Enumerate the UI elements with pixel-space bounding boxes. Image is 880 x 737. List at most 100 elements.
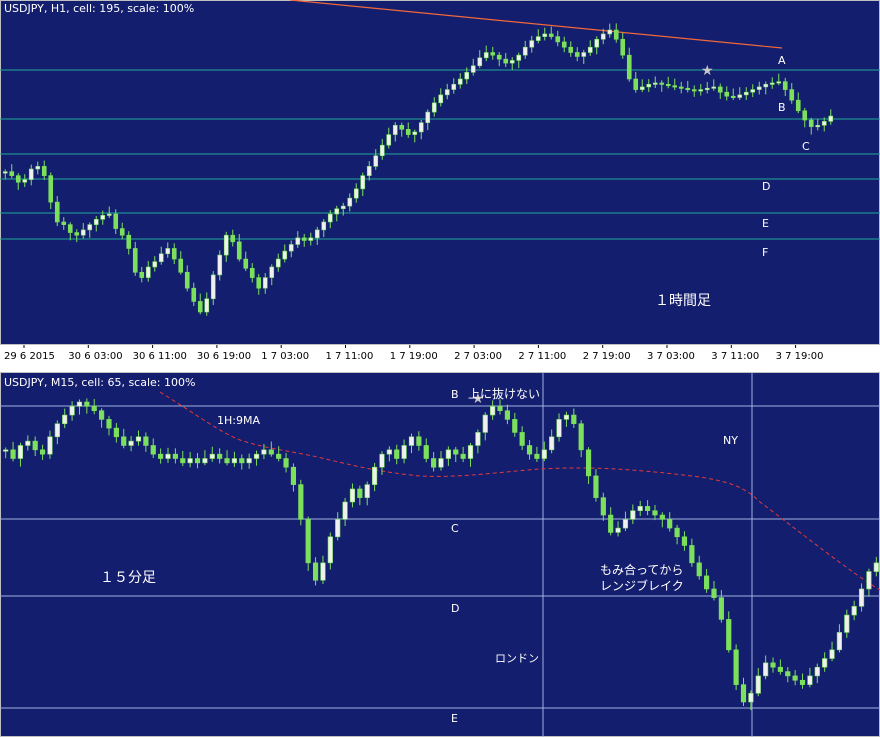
m15-candle bbox=[563, 414, 570, 420]
m15-candle bbox=[866, 571, 872, 590]
m15-candle bbox=[792, 675, 798, 681]
h1-candle bbox=[145, 266, 151, 278]
h1-candle bbox=[444, 89, 450, 96]
m15-candle bbox=[135, 436, 142, 442]
h1-candle bbox=[80, 229, 86, 236]
m15-candle bbox=[121, 436, 127, 446]
m15-candle bbox=[76, 401, 83, 407]
h1-candle bbox=[782, 81, 788, 90]
m15-candle bbox=[217, 453, 223, 459]
h1-candle bbox=[249, 268, 255, 278]
h1-candle bbox=[67, 224, 73, 233]
h1-candle bbox=[269, 266, 275, 278]
m15-chart-background bbox=[0, 372, 880, 737]
m15-candle bbox=[526, 445, 533, 455]
m15-candle bbox=[106, 419, 112, 429]
m15-candle bbox=[408, 436, 415, 446]
h1-candle bbox=[379, 144, 385, 157]
h1-candle bbox=[327, 213, 333, 223]
m15-candle bbox=[785, 671, 791, 677]
h1-candle bbox=[652, 82, 658, 85]
h1-chart-background bbox=[0, 0, 880, 345]
h1-timeframe-annotation: １時間足 bbox=[655, 293, 711, 309]
h1-candle bbox=[691, 89, 697, 92]
level-label-e: E bbox=[762, 217, 769, 230]
annotation-no-break-above: 上に抜けない bbox=[468, 387, 540, 401]
h1-candle bbox=[529, 40, 535, 48]
m15-candle bbox=[445, 449, 451, 459]
h1-candle bbox=[769, 82, 775, 85]
m15-candle bbox=[54, 423, 60, 438]
h1-candle bbox=[100, 215, 106, 220]
h1-candle bbox=[28, 168, 34, 180]
h1-candle bbox=[821, 121, 827, 126]
m15-candle bbox=[556, 419, 562, 438]
h1-x-tick-label: 29 6 2015 bbox=[4, 351, 55, 362]
m15-candle bbox=[416, 436, 422, 446]
m15-panel-title: USDJPY, M15, cell: 65, scale: 100% bbox=[4, 376, 195, 389]
h1-candle bbox=[600, 33, 606, 40]
m15-candle bbox=[512, 419, 518, 433]
m15-candle bbox=[799, 679, 806, 685]
h1-candle bbox=[639, 86, 645, 90]
annotation-ny: NY bbox=[723, 434, 738, 447]
h1-candle bbox=[405, 128, 411, 135]
m15-candle bbox=[62, 414, 68, 425]
m15-candle bbox=[822, 658, 828, 668]
h1-candle bbox=[522, 46, 528, 56]
h1-candle bbox=[93, 219, 99, 225]
m15-candle bbox=[600, 497, 606, 516]
m15-candle bbox=[467, 445, 474, 459]
h1-candle bbox=[756, 86, 762, 90]
m15-candle bbox=[312, 562, 319, 581]
h1-candle bbox=[171, 248, 177, 260]
m15-ma-label: 1H:9MA bbox=[217, 414, 260, 427]
m15-candle bbox=[209, 453, 215, 459]
h1-candle bbox=[275, 258, 281, 268]
m15-candle bbox=[608, 514, 614, 533]
h1-candle bbox=[243, 258, 249, 269]
m15-candle bbox=[438, 458, 444, 468]
level-label-d: D bbox=[762, 180, 770, 193]
level-label-f: F bbox=[762, 246, 768, 259]
h1-candle bbox=[613, 29, 619, 40]
m15-candle bbox=[541, 449, 547, 459]
h1-candle bbox=[743, 91, 749, 96]
m15-candle bbox=[873, 562, 879, 572]
h1-candle bbox=[802, 110, 808, 121]
m15-candle bbox=[475, 432, 481, 446]
m15-candle bbox=[740, 684, 747, 703]
m15-candle bbox=[239, 458, 245, 464]
m15-candle bbox=[357, 488, 363, 498]
h1-candle bbox=[763, 83, 769, 88]
m15-candle bbox=[696, 562, 702, 577]
annotation-london: ロンドン bbox=[495, 652, 539, 665]
h1-candle bbox=[509, 60, 515, 64]
h1-x-tick-label: 1 7 03:00 bbox=[261, 351, 309, 362]
h1-candle bbox=[295, 237, 301, 245]
h1-x-tick-label: 2 7 11:00 bbox=[518, 351, 566, 362]
m15-candle bbox=[578, 423, 584, 451]
m15-candle bbox=[681, 536, 688, 546]
h1-candle bbox=[262, 277, 268, 289]
m15-candle bbox=[858, 588, 865, 607]
m15-candle bbox=[202, 458, 208, 464]
m15-candle bbox=[519, 432, 525, 446]
m15-candle bbox=[807, 675, 813, 685]
h1-candle bbox=[217, 254, 223, 276]
m15-candle bbox=[645, 506, 651, 511]
m15-candle bbox=[180, 458, 186, 464]
h1-candle bbox=[230, 234, 236, 243]
annotation-range-break: レンジブレイク bbox=[600, 578, 684, 593]
m15-candle bbox=[652, 510, 658, 516]
m15-candle bbox=[593, 475, 599, 498]
m15-candle bbox=[113, 427, 119, 438]
m15-candle bbox=[335, 519, 341, 538]
h1-candle bbox=[321, 221, 327, 231]
h1-candle bbox=[61, 221, 67, 225]
h1-candle bbox=[665, 83, 671, 87]
m15-candle bbox=[733, 649, 739, 685]
m15-candle bbox=[851, 606, 857, 616]
h1-candle bbox=[126, 234, 132, 249]
h1-candle bbox=[470, 65, 476, 73]
